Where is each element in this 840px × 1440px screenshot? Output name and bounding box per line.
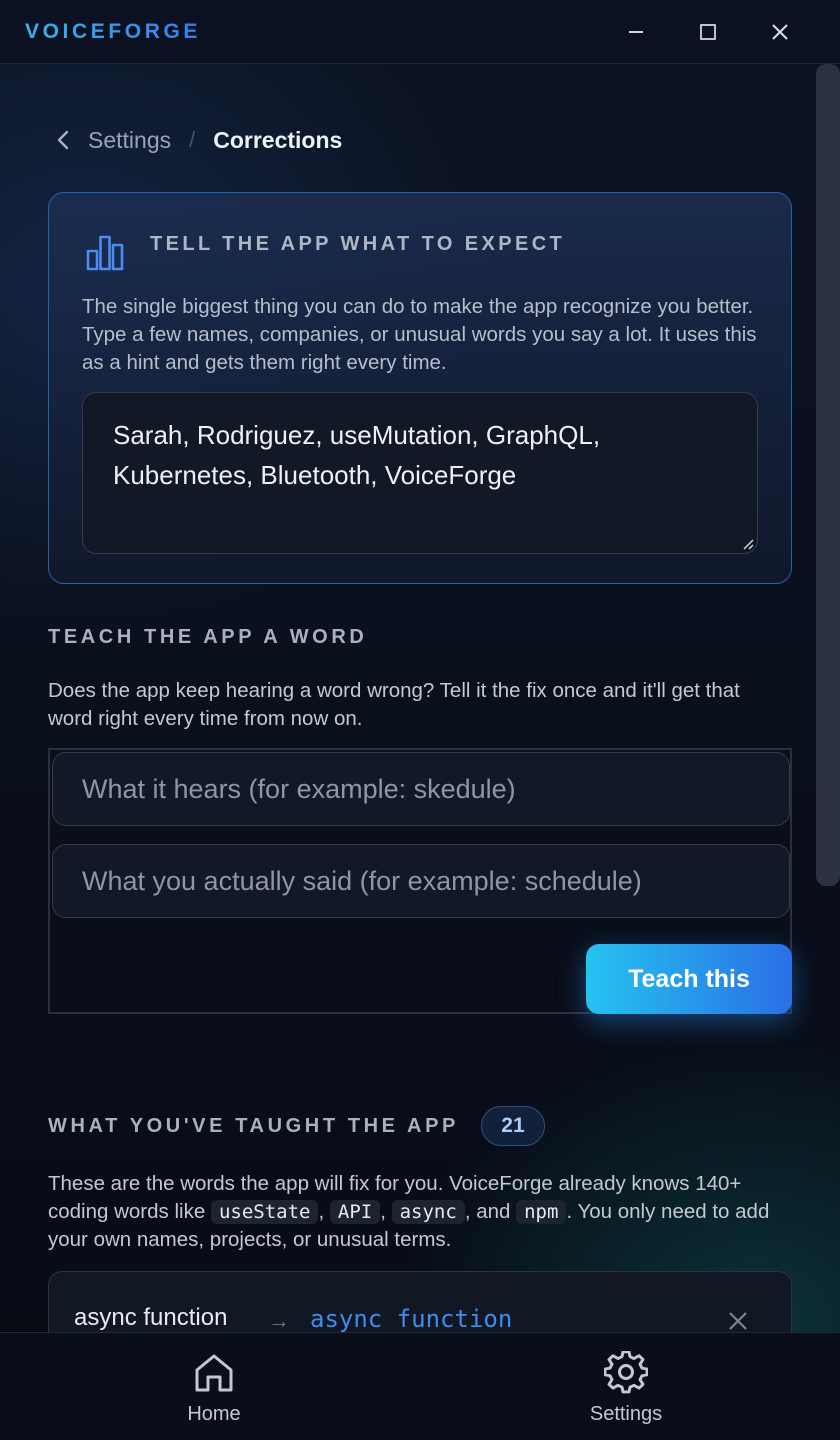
chevron-left-icon	[57, 130, 69, 150]
nav-home-label: Home	[187, 1403, 241, 1425]
hints-textarea-value[interactable]: Sarah, Rodriguez, useMutation, GraphQL, …	[113, 415, 713, 495]
expect-card: TELL THE APP WHAT TO EXPECT The single b…	[48, 192, 792, 584]
app-title: VOICEFORGE	[25, 20, 202, 43]
minimize-button[interactable]	[618, 14, 654, 50]
rule-heard-text: async function	[74, 1304, 228, 1331]
bar-chart-icon	[86, 235, 124, 271]
code-chip-usestate: useState	[210, 1200, 319, 1224]
close-icon	[772, 24, 788, 40]
hints-textarea[interactable]: Sarah, Rodriguez, useMutation, GraphQL, …	[82, 392, 758, 554]
code-chip-api: API	[329, 1200, 381, 1224]
taught-count-badge: 21	[480, 1106, 545, 1146]
heard-word-input[interactable]	[53, 753, 789, 825]
maximize-button[interactable]	[690, 14, 726, 50]
right-arrow-icon: →	[268, 1308, 290, 1333]
code-chip-async: async	[391, 1200, 465, 1224]
breadcrumb: Settings / Corrections	[52, 124, 342, 156]
breadcrumb-settings-link[interactable]: Settings	[88, 127, 171, 154]
nav-settings-label: Settings	[589, 1403, 663, 1425]
teach-form: Teach this	[48, 748, 792, 1014]
taught-desc-sep-1: ,	[318, 1200, 330, 1223]
taught-section-description: These are the words the app will fix for…	[48, 1170, 793, 1254]
expect-card-title: TELL THE APP WHAT TO EXPECT	[150, 233, 566, 255]
taught-section-header: WHAT YOU'VE TAUGHT THE APP 21	[48, 1106, 545, 1146]
breadcrumb-current: Corrections	[213, 126, 343, 153]
breadcrumb-separator: /	[189, 127, 196, 152]
rule-corrected-text: async function	[310, 1305, 513, 1333]
bottom-navigation: Home Settings	[0, 1332, 840, 1440]
actual-word-field[interactable]	[52, 844, 790, 918]
resize-handle-icon[interactable]	[741, 537, 755, 551]
taught-desc-sep-2: ,	[380, 1200, 392, 1223]
title-bar: VOICEFORGE	[0, 0, 840, 64]
teach-this-button[interactable]: Teach this	[586, 944, 792, 1014]
expect-card-description: The single biggest thing you can do to m…	[82, 295, 757, 374]
close-icon	[729, 1312, 747, 1330]
code-chip-npm: npm	[516, 1200, 567, 1224]
gear-icon	[604, 1351, 648, 1394]
close-button[interactable]	[762, 14, 798, 50]
nav-home[interactable]: Home	[144, 1349, 284, 1429]
actual-word-input[interactable]	[53, 845, 789, 917]
scrollbar-thumb[interactable]	[816, 64, 840, 886]
heard-word-field[interactable]	[52, 752, 790, 826]
nav-settings[interactable]: Settings	[556, 1349, 696, 1429]
teach-section-title: TEACH THE APP A WORD	[48, 626, 368, 648]
home-icon	[195, 1354, 233, 1392]
taught-desc-sep-3: , and	[464, 1200, 517, 1223]
maximize-icon	[700, 24, 716, 40]
minimize-icon	[629, 31, 643, 33]
back-button[interactable]	[52, 124, 74, 156]
teach-section-description: Does the app keep hearing a word wrong? …	[48, 679, 740, 730]
taught-section-title: WHAT YOU'VE TAUGHT THE APP	[48, 1114, 459, 1137]
